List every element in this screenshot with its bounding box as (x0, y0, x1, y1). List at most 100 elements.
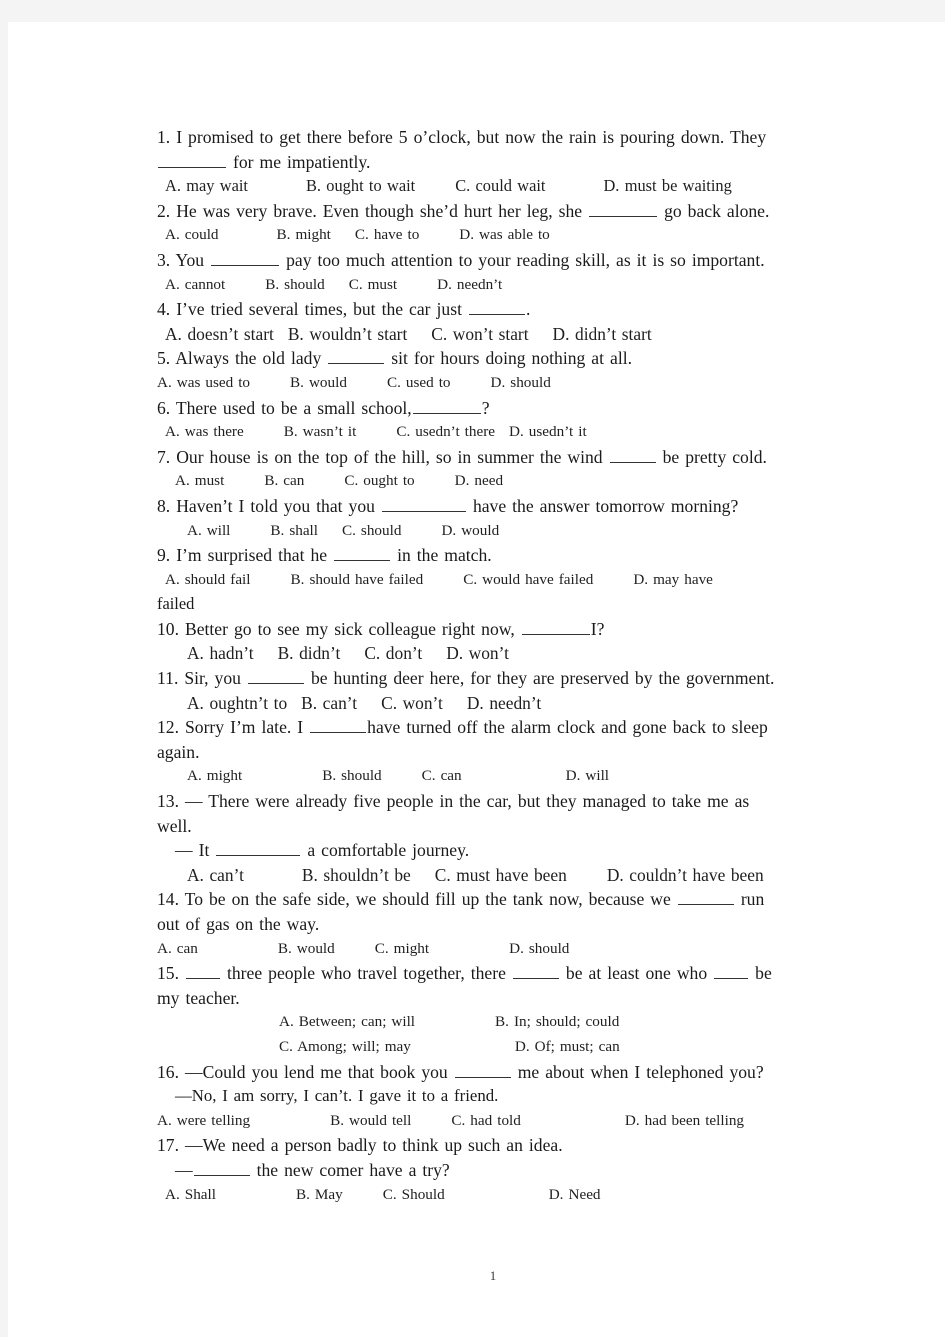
answer-blank (193, 1161, 250, 1176)
question-1-options: A. may wait B. ought to wait C. could wa… (157, 174, 829, 199)
option-c[interactable]: C. won’t (381, 691, 443, 716)
answer-blank (521, 619, 590, 635)
option-a[interactable]: A. hadn’t (187, 641, 254, 666)
answer-blank (310, 718, 367, 734)
answer-blank-1 (186, 964, 220, 980)
option-a[interactable]: A. might (187, 764, 242, 789)
question-3: 3. You pay too much attention to your re… (157, 248, 829, 297)
option-a[interactable]: A. may wait (165, 174, 248, 199)
option-d[interactable]: D. won’t (446, 641, 509, 666)
option-c[interactable]: C. must (349, 273, 397, 298)
question-17: 17. —We need a person badly to think up … (157, 1133, 829, 1207)
option-a[interactable]: A. could (165, 223, 219, 248)
option-b[interactable]: B. shouldn’t be (302, 863, 411, 888)
option-a[interactable]: A. doesn’t start (165, 322, 274, 347)
option-b[interactable]: B. would (290, 371, 347, 396)
option-d[interactable]: D. should (491, 371, 551, 396)
option-c[interactable]: C. can (422, 764, 462, 789)
option-c[interactable]: C. could wait (455, 174, 545, 199)
option-d[interactable]: D. need (455, 469, 503, 494)
option-b[interactable]: B. should (322, 764, 381, 789)
question-10-options: A. hadn’t B. didn’t C. don’t D. won’t (157, 641, 829, 666)
option-b[interactable]: B. shall (270, 519, 318, 544)
option-d[interactable]: D. was able to (459, 223, 549, 248)
option-d[interactable]: D. would (441, 519, 499, 544)
option-b[interactable]: B. would tell (330, 1109, 411, 1134)
option-d[interactable]: D. didn’t start (553, 322, 652, 347)
option-c[interactable]: C. should (342, 519, 401, 544)
option-b[interactable]: B. May (296, 1183, 343, 1208)
answer-blank (158, 152, 226, 168)
option-d[interactable]: D. needn’t (467, 691, 541, 716)
option-d[interactable]: D. may have (633, 568, 713, 593)
option-a[interactable]: A. must (175, 469, 224, 494)
question-12: 12. Sorry I’m late. I have turned off th… (157, 715, 829, 789)
option-a[interactable]: A. were telling (157, 1109, 250, 1134)
answer-blank (216, 841, 301, 857)
option-d[interactable]: D. Of; must; can (515, 1035, 620, 1060)
option-c[interactable]: C. don’t (364, 641, 422, 666)
option-d[interactable]: D. usedn’t it (509, 420, 587, 445)
option-d[interactable]: D. needn’t (437, 273, 502, 298)
question-16-stem: 16. —Could you lend me that book you me … (157, 1061, 764, 1082)
answer-blank (334, 546, 391, 562)
option-c[interactable]: C. Among; will; may (279, 1035, 411, 1060)
option-b[interactable]: B. didn’t (278, 641, 341, 666)
option-a[interactable]: A. can (157, 937, 198, 962)
option-a[interactable]: A. can’t (187, 863, 244, 888)
option-c[interactable]: C. ought to (344, 469, 414, 494)
question-5-stem: 5. Always the old lady sit for hours doi… (157, 348, 632, 369)
option-c[interactable]: C. won’t start (431, 322, 528, 347)
option-b[interactable]: B. In; should; could (495, 1010, 619, 1035)
question-7: 7. Our house is on the top of the hill, … (157, 445, 829, 494)
option-c[interactable]: C. Should (383, 1183, 445, 1208)
option-a[interactable]: A. was used to (157, 371, 250, 396)
answer-blank (328, 349, 385, 365)
option-d[interactable]: D. couldn’t have been (607, 863, 764, 888)
question-8: 8. Haven’t I told you that you have the … (157, 494, 829, 543)
option-b[interactable]: B. wasn’t it (284, 420, 357, 445)
question-14: 14. To be on the safe side, we should fi… (157, 887, 829, 961)
option-a[interactable]: A. oughtn’t to (187, 691, 287, 716)
option-a[interactable]: A. Shall (165, 1183, 216, 1208)
option-c[interactable]: C. had told (451, 1109, 520, 1134)
option-b[interactable]: B. would (278, 937, 335, 962)
question-15-stem: 15. three people who travel together, th… (157, 963, 772, 984)
option-a[interactable]: A. cannot (165, 273, 225, 298)
option-b[interactable]: B. wouldn’t start (288, 322, 407, 347)
option-d[interactable]: D. should (509, 937, 569, 962)
option-b[interactable]: B. should (265, 273, 324, 298)
option-c[interactable]: C. have to (355, 223, 419, 248)
option-c[interactable]: C. might (375, 937, 429, 962)
option-c[interactable]: C. usedn’t there (396, 420, 495, 445)
question-8-stem: 8. Haven’t I told you that you have the … (157, 495, 739, 516)
option-b[interactable]: B. should have failed (291, 568, 424, 593)
option-d[interactable]: D. will (566, 764, 609, 789)
question-14-stem: 14. To be on the safe side, we should fi… (157, 889, 765, 910)
option-b[interactable]: B. can’t (301, 691, 357, 716)
option-b[interactable]: B. might (277, 223, 331, 248)
option-a[interactable]: A. was there (165, 420, 244, 445)
option-b[interactable]: B. ought to wait (306, 174, 415, 199)
option-d[interactable]: D. must be waiting (603, 174, 731, 199)
option-c[interactable]: C. used to (387, 371, 451, 396)
option-c[interactable]: C. would have failed (463, 568, 593, 593)
answer-blank-3 (714, 964, 749, 980)
option-b[interactable]: B. can (264, 469, 304, 494)
question-2: 2. He was very brave. Even though she’d … (157, 199, 829, 248)
option-a[interactable]: A. Between; can; will (279, 1010, 415, 1035)
question-13-stem-second: — It a comfortable journey. (175, 840, 470, 861)
question-1-stem-line-2: for me impatiently. (157, 150, 829, 175)
question-15-options-row-1: A. Between; can; will B. In; should; cou… (157, 1010, 829, 1035)
option-d[interactable]: D. had been telling (625, 1109, 744, 1134)
question-2-stem: 2. He was very brave. Even though she’d … (157, 200, 770, 221)
option-d[interactable]: D. Need (549, 1183, 601, 1208)
document-page: 1. I promised to get there before 5 o’cl… (8, 22, 945, 1337)
answer-blank (381, 496, 466, 512)
question-10-stem: 10. Better go to see my sick colleague r… (157, 618, 605, 639)
answer-blank (412, 398, 481, 414)
option-a[interactable]: A. will (187, 519, 230, 544)
question-13-stem-wrap: well. (157, 815, 192, 836)
option-c[interactable]: C. must have been (435, 863, 567, 888)
option-a[interactable]: A. should fail (165, 568, 251, 593)
